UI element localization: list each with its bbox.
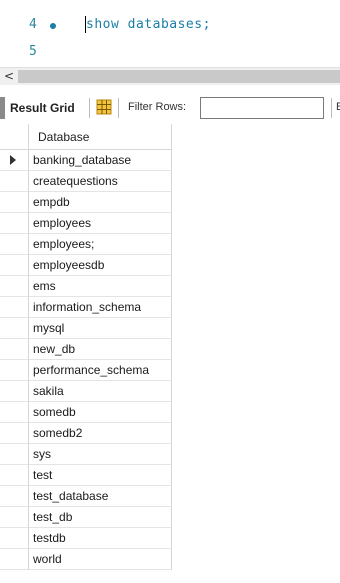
table-row[interactable]: information_schema: [0, 297, 172, 318]
table-row[interactable]: somedb2: [0, 423, 172, 444]
table-row[interactable]: somedb: [0, 402, 172, 423]
code-statement[interactable]: show databases;: [86, 17, 211, 32]
table-row[interactable]: test: [0, 465, 172, 486]
filter-rows-label: Filter Rows:: [128, 101, 187, 113]
line-number: 5: [29, 44, 37, 59]
database-cell[interactable]: testdb: [29, 528, 172, 549]
table-row[interactable]: createquestions: [0, 171, 172, 192]
row-selector[interactable]: [0, 255, 29, 276]
database-cell[interactable]: performance_schema: [29, 360, 172, 381]
table-row[interactable]: test_database: [0, 486, 172, 507]
database-cell[interactable]: createquestions: [29, 171, 172, 192]
editor-line-5: 5: [0, 44, 80, 65]
toolbar-edge: [0, 97, 5, 119]
table-row[interactable]: world: [0, 549, 172, 570]
row-selector[interactable]: [0, 486, 29, 507]
toolbar-divider: [331, 98, 332, 118]
row-selector[interactable]: [0, 423, 29, 444]
database-cell[interactable]: somedb: [29, 402, 172, 423]
sql-editor[interactable]: 3 4 show databases; 5: [0, 0, 340, 67]
line-number: 3: [29, 0, 37, 4]
table-row[interactable]: employees: [0, 213, 172, 234]
row-selector[interactable]: [0, 465, 29, 486]
row-selector[interactable]: [0, 318, 29, 339]
table-row[interactable]: employeesdb: [0, 255, 172, 276]
database-cell[interactable]: banking_database: [29, 150, 172, 171]
database-cell[interactable]: new_db: [29, 339, 172, 360]
grid-layout-icon[interactable]: [96, 99, 112, 115]
database-cell[interactable]: sys: [29, 444, 172, 465]
table-row[interactable]: new_db: [0, 339, 172, 360]
statement-marker-icon: [50, 23, 56, 29]
toolbar-truncated-label: E: [336, 101, 340, 113]
editor-line-4: 4: [0, 17, 80, 38]
row-selector[interactable]: [0, 297, 29, 318]
table-row[interactable]: performance_schema: [0, 360, 172, 381]
row-selector[interactable]: [0, 360, 29, 381]
table-row[interactable]: employees;: [0, 234, 172, 255]
table-row[interactable]: testdb: [0, 528, 172, 549]
database-cell[interactable]: employeesdb: [29, 255, 172, 276]
table-row[interactable]: ems: [0, 276, 172, 297]
result-grid[interactable]: Database banking_database createquestions…: [0, 124, 172, 583]
current-row-pointer-icon: [10, 155, 16, 165]
table-row[interactable]: empdb: [0, 192, 172, 213]
scroll-left-icon[interactable]: <: [0, 68, 18, 86]
horizontal-scrollbar[interactable]: <: [0, 67, 340, 85]
select-all-cell[interactable]: [0, 124, 29, 150]
row-selector[interactable]: [0, 381, 29, 402]
column-header-database[interactable]: Database: [29, 124, 172, 150]
editor-line-3: 3: [0, 0, 80, 10]
row-selector[interactable]: [0, 549, 29, 570]
row-selector[interactable]: [0, 276, 29, 297]
row-selector[interactable]: [0, 402, 29, 423]
row-selector[interactable]: [0, 234, 29, 255]
database-cell[interactable]: empdb: [29, 192, 172, 213]
result-toolbar: Result Grid Filter Rows: E: [0, 93, 340, 123]
row-selector[interactable]: [0, 507, 29, 528]
database-cell[interactable]: employees: [29, 213, 172, 234]
row-selector[interactable]: [0, 444, 29, 465]
row-selector[interactable]: [0, 150, 29, 171]
filter-rows-input[interactable]: [200, 97, 324, 119]
database-cell[interactable]: ems: [29, 276, 172, 297]
database-cell[interactable]: test: [29, 465, 172, 486]
database-cell[interactable]: information_schema: [29, 297, 172, 318]
table-row[interactable]: test_db: [0, 507, 172, 528]
row-selector[interactable]: [0, 192, 29, 213]
scrollbar-thumb[interactable]: [18, 70, 340, 83]
database-cell[interactable]: somedb2: [29, 423, 172, 444]
table-row[interactable]: mysql: [0, 318, 172, 339]
table-row[interactable]: sakila: [0, 381, 172, 402]
row-selector[interactable]: [0, 339, 29, 360]
database-cell[interactable]: mysql: [29, 318, 172, 339]
toolbar-divider: [89, 98, 90, 118]
row-selector[interactable]: [0, 213, 29, 234]
table-row[interactable]: banking_database: [0, 150, 172, 171]
toolbar-divider: [118, 98, 119, 118]
database-cell[interactable]: world: [29, 549, 172, 570]
database-cell[interactable]: test_db: [29, 507, 172, 528]
row-selector[interactable]: [0, 528, 29, 549]
database-cell[interactable]: employees;: [29, 234, 172, 255]
grid-header: Database: [0, 124, 172, 150]
line-number: 4: [29, 17, 37, 32]
result-grid-tab[interactable]: Result Grid: [10, 101, 75, 115]
table-row[interactable]: sys: [0, 444, 172, 465]
row-selector[interactable]: [0, 171, 29, 192]
database-cell[interactable]: test_database: [29, 486, 172, 507]
database-cell[interactable]: sakila: [29, 381, 172, 402]
